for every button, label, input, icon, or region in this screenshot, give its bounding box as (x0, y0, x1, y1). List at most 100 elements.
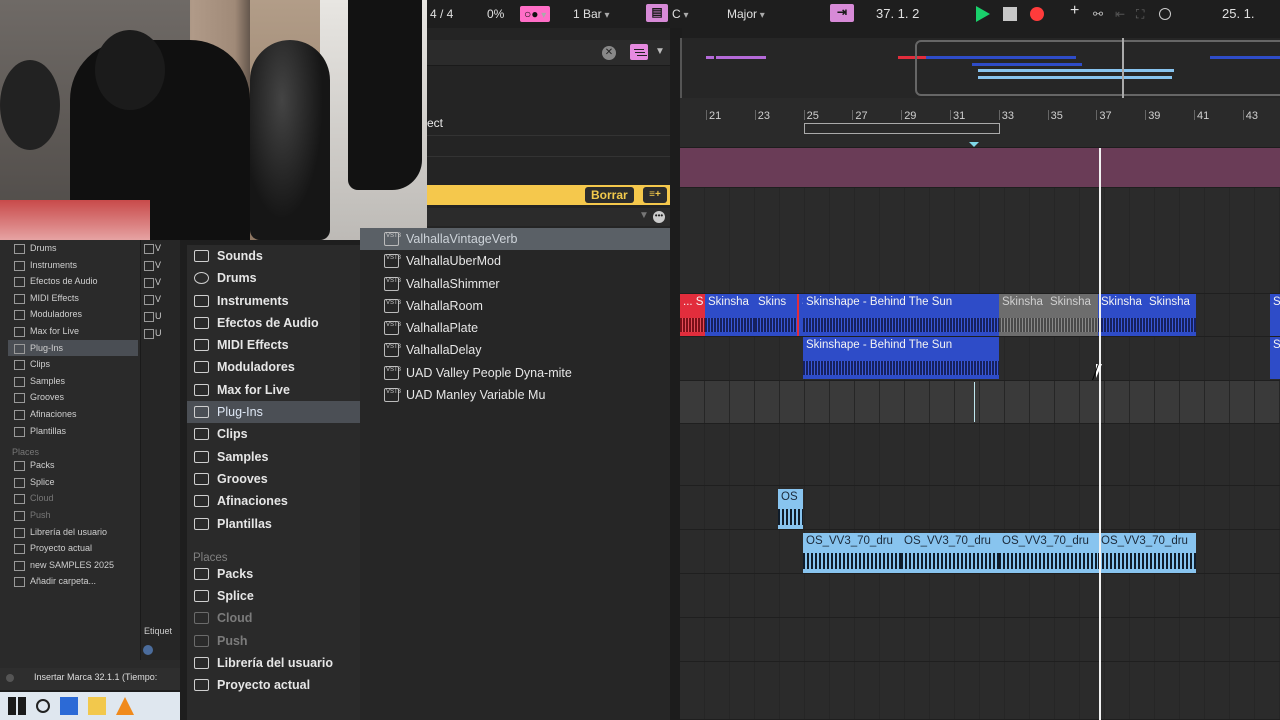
sidebar-item-moduladores[interactable]: Moduladores (187, 356, 360, 378)
plugin-item[interactable]: VST3 ValhallaDelay (360, 339, 670, 361)
sidebar-item-max-for-live[interactable]: Max for Live (187, 379, 360, 401)
track-lane-selected[interactable] (680, 381, 1280, 424)
search-icon[interactable] (36, 699, 50, 713)
add-tag-button[interactable]: ≡+ (643, 187, 667, 203)
sidebar-item-midi-effects[interactable]: MIDI Effects (187, 334, 360, 356)
loop-start-position[interactable]: 25. 1. (1222, 6, 1255, 22)
sidebar-item-sounds[interactable]: Sounds (187, 245, 360, 267)
clip-waveform (1098, 553, 1196, 569)
drum-clip[interactable]: OS_VV3_70_dru (901, 533, 999, 573)
sidebar-item-drums[interactable]: Drums (187, 267, 360, 289)
audio-clip[interactable]: Skinshape - Behind The Sun (803, 294, 999, 336)
clear-filters-button[interactable]: Borrar (585, 187, 634, 203)
audio-clip[interactable]: S (1270, 294, 1280, 336)
sidebar-item-clips[interactable]: Clips (187, 423, 360, 445)
plugin-item[interactable]: VST3 ValhallaRoom (360, 295, 670, 317)
time-signature[interactable]: 4 / 4 (430, 6, 453, 22)
sidebar-item-instruments[interactable]: Instruments (187, 290, 360, 312)
stop-button[interactable] (1003, 7, 1017, 21)
filter-icon[interactable] (630, 44, 648, 60)
record-button[interactable] (1030, 7, 1044, 21)
loop-icon[interactable] (1159, 8, 1171, 20)
sidebar-item-plug-ins[interactable]: Plug-Ins (187, 401, 360, 424)
places-item-splice[interactable]: Splice (187, 585, 360, 607)
windows-start-icon[interactable] (8, 697, 26, 715)
drum-clip[interactable]: OS_VV3_70_dru (803, 533, 901, 573)
file-explorer-icon[interactable] (88, 697, 106, 715)
audio-clip[interactable]: Skinsha (1146, 294, 1196, 336)
track-lane[interactable]: Skinshape - Behind The Sun S (680, 337, 1280, 381)
clear-search-icon[interactable]: ✕ (602, 46, 616, 60)
scale-dropdown[interactable]: Major (727, 6, 802, 24)
sidebar-item-afinaciones[interactable]: Afinaciones (187, 490, 360, 512)
more-options-icon[interactable]: ••• (653, 211, 665, 223)
follow-arrow-icon[interactable]: ⇥ (830, 4, 854, 22)
drum-clip[interactable]: OS (778, 489, 803, 529)
places-item-packs[interactable]: Packs (187, 563, 360, 585)
track-lane[interactable] (680, 662, 1280, 720)
track-lane[interactable] (680, 618, 1280, 662)
plugin-item[interactable]: VST3 UAD Valley People Dyna-mite (360, 362, 670, 384)
places-item-proyecto-actual[interactable]: Proyecto actual (187, 674, 360, 696)
sidebar-item-plantillas[interactable]: Plantillas (187, 513, 360, 535)
add-icon[interactable]: + (1070, 3, 1079, 19)
insert-marker-icon (969, 142, 979, 147)
drum-clip[interactable]: OS_VV3_70_dru (1098, 533, 1196, 573)
places-item-cloud[interactable]: Cloud (187, 607, 360, 629)
places-item-push[interactable]: Push (187, 630, 360, 652)
song-position[interactable]: 37. 1. 2 (876, 6, 919, 22)
play-button[interactable] (976, 6, 990, 22)
audio-clip-red[interactable]: ... S (680, 294, 705, 336)
vst3-plugin-icon: VST3 (384, 254, 401, 269)
sort-arrow-icon[interactable]: ▼ (639, 210, 649, 221)
sidebar-item-grooves[interactable]: Grooves (187, 468, 360, 490)
taskbar-app-icon[interactable] (60, 697, 78, 715)
chevron-down-icon[interactable]: ▼ (655, 46, 665, 57)
places-item-label: Push (217, 633, 248, 648)
overview-visible-window[interactable] (915, 40, 1280, 96)
drum-clip[interactable]: OS_VV3_70_dru (999, 533, 1098, 573)
plugin-item[interactable]: VST3 ValhallaUberMod (360, 250, 670, 272)
plugin-item[interactable]: VST3 ValhallaVintageVerb (360, 228, 670, 251)
webcam-person-head (95, 30, 165, 110)
track-lane[interactable] (680, 574, 1280, 618)
sidebar-item-efectos-de-audio[interactable]: Efectos de Audio (187, 312, 360, 334)
clip-waveform (803, 318, 999, 332)
loop-brace[interactable] (804, 123, 1000, 134)
groove-amount[interactable]: 0% (487, 6, 504, 22)
vlc-icon[interactable] (116, 697, 134, 715)
automation-icon[interactable]: ⚯ (1093, 6, 1103, 22)
scale-mode-icon[interactable]: ▤ (646, 4, 668, 22)
folder-icon (194, 634, 209, 647)
track-lane[interactable] (680, 188, 1280, 294)
track-lane[interactable]: OS (680, 486, 1280, 530)
audio-clip[interactable]: Skinsha (705, 294, 755, 336)
audio-clip-muted[interactable]: Skinsha (1047, 294, 1098, 336)
track-lane[interactable] (680, 424, 1280, 486)
track-lane[interactable]: OS_VV3_70_dru OS_VV3_70_dru OS_VV3_70_dr… (680, 530, 1280, 574)
sidebar-item-samples[interactable]: Samples (187, 446, 360, 468)
beat-ruler[interactable]: 21 23 25 27 29 31 33 35 37 39 41 43 (680, 98, 1280, 148)
plugin-item[interactable]: VST3 ValhallaPlate (360, 317, 670, 339)
settings-icon[interactable] (143, 645, 153, 655)
capture-icon[interactable]: ⛶ (1136, 6, 1144, 22)
arrangement-overview[interactable] (680, 38, 1280, 98)
tag-filter-text[interactable]: ect (427, 116, 443, 130)
audio-clip[interactable]: S (1270, 337, 1280, 379)
plugin-item[interactable]: VST3 UAD Manley Variable Mu (360, 384, 670, 406)
key-dropdown[interactable]: C (672, 6, 717, 24)
audio-clip[interactable]: Skinshape - Behind The Sun (803, 337, 999, 379)
sidebar-item-label: Plug-Ins (217, 405, 263, 420)
audio-clip[interactable]: Skinsha (1098, 294, 1146, 336)
audio-clip-muted[interactable]: Skinsha (999, 294, 1047, 336)
places-item-librer-a-del-usuario[interactable]: Librería del usuario (187, 652, 360, 674)
search-bar[interactable]: ✕ ▼ (427, 40, 680, 66)
audio-clip[interactable]: Skins (755, 294, 797, 336)
track-lane[interactable]: ... S Skinsha Skins S Skinshape - Behind… (680, 294, 1280, 337)
track-lane-purple[interactable] (680, 148, 1280, 188)
plugin-item[interactable]: VST3 ValhallaShimmer (360, 273, 670, 295)
metronome-button[interactable]: ○● (520, 6, 551, 22)
quantize-dropdown[interactable]: 1 Bar (573, 6, 610, 24)
clip-label: OS_VV3_70_dru (1002, 535, 1089, 547)
back-to-arrangement-icon[interactable]: ⇤ (1115, 6, 1125, 22)
